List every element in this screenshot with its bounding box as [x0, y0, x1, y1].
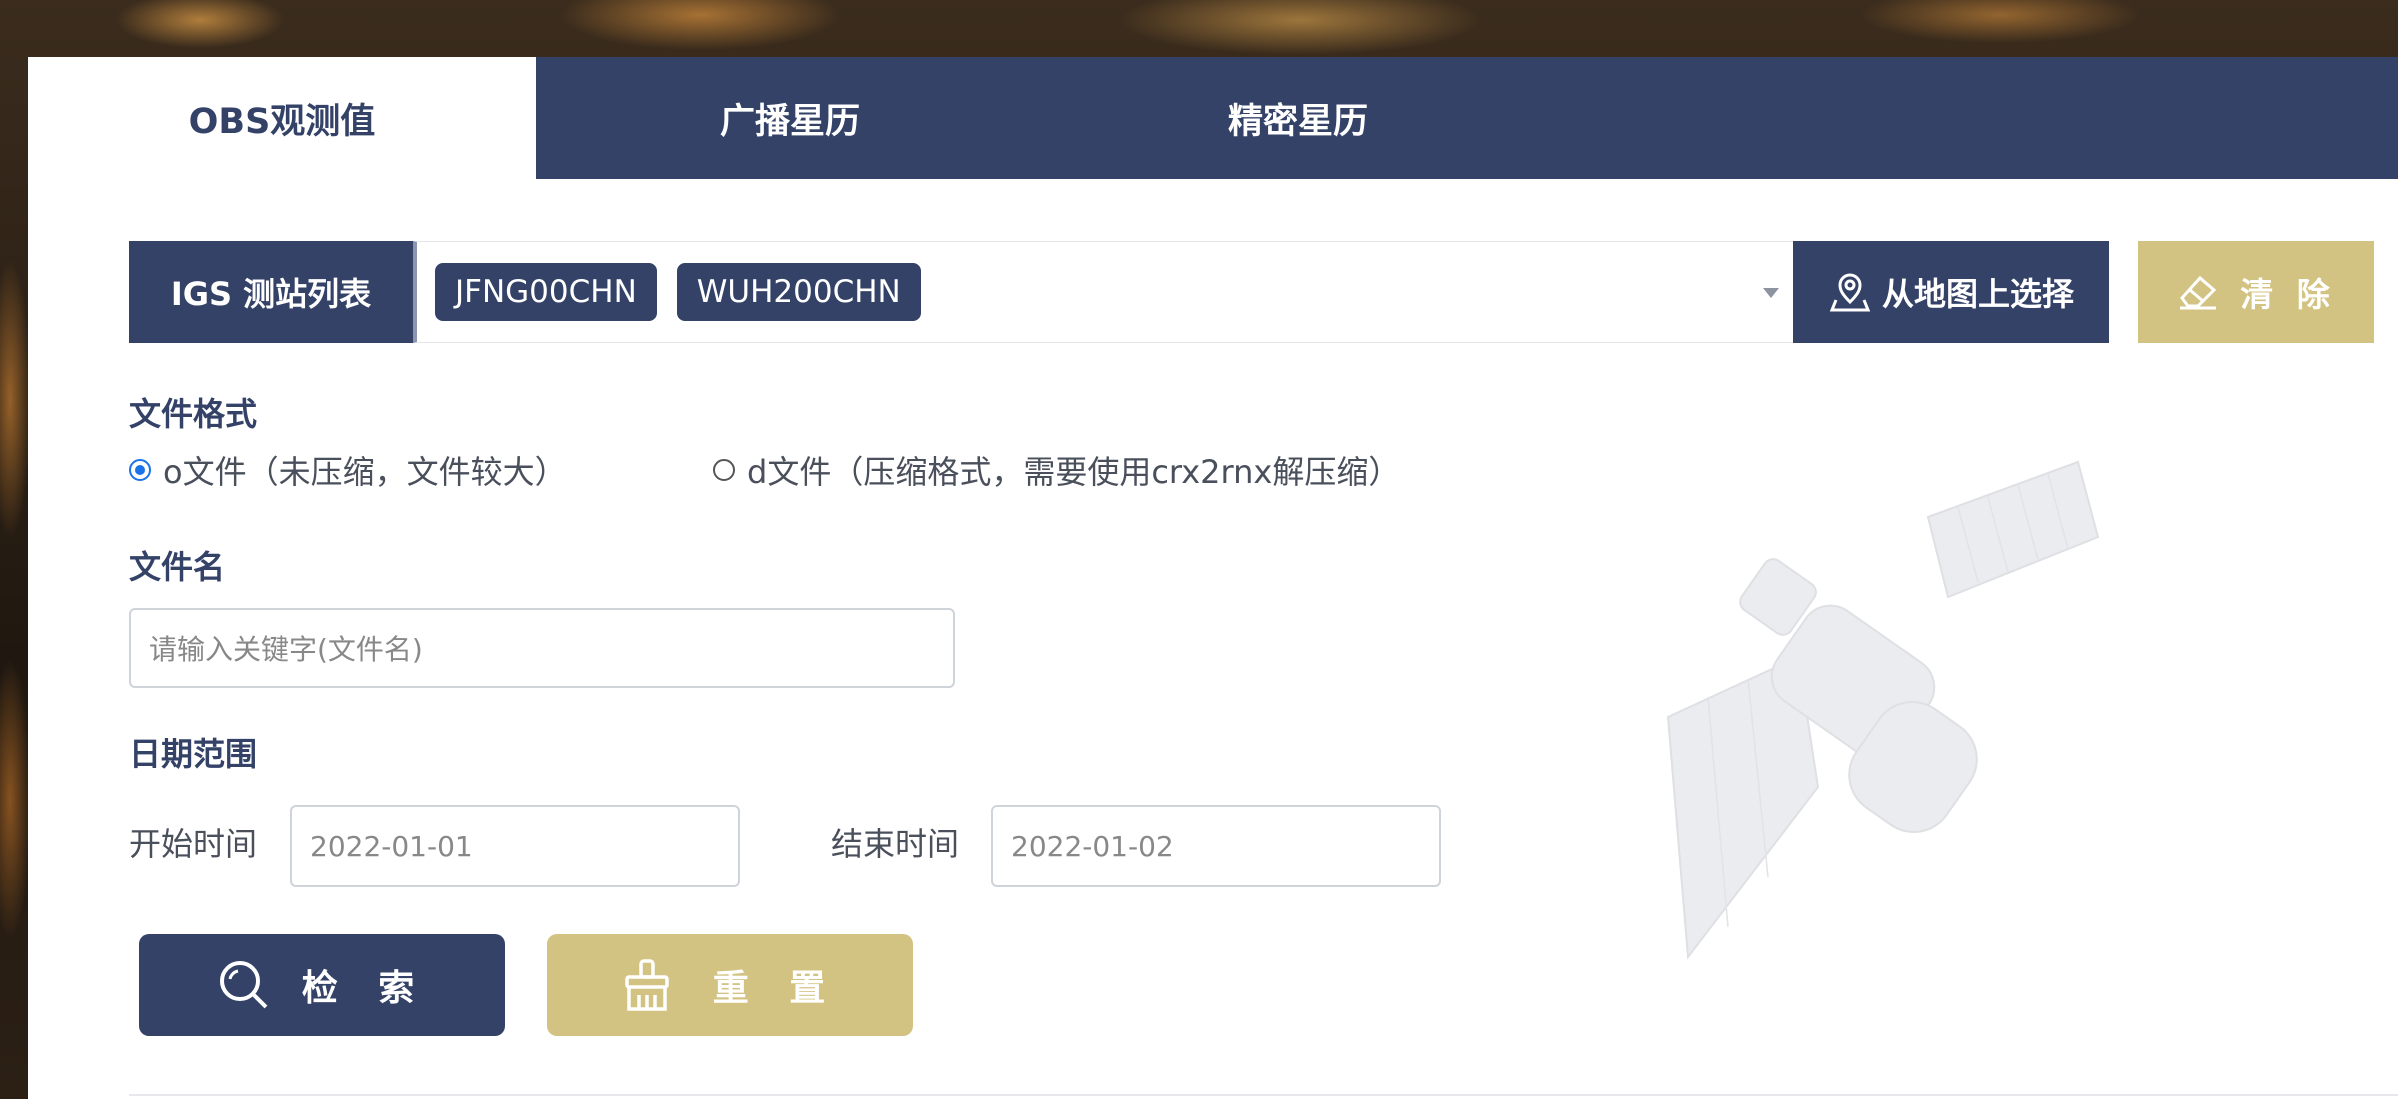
- end-date-input[interactable]: 2022-01-02: [991, 805, 1441, 887]
- eraser-icon: [2180, 275, 2217, 310]
- end-date-value: 2022-01-02: [1011, 829, 1174, 863]
- date-range-label: 日期范围: [129, 735, 258, 773]
- file-name-placeholder: 请输入关键字(文件名): [149, 633, 423, 666]
- radio-button[interactable]: [129, 459, 151, 481]
- radio-d-file[interactable]: d文件（压缩格式，需要使用crx2rnx解压缩）: [713, 447, 1400, 493]
- tab-bar: OBS观测值 广播星历 精密星历: [28, 57, 2398, 179]
- start-date-input[interactable]: 2022-01-01: [290, 805, 740, 887]
- map-pin-icon: [1829, 273, 1871, 312]
- search-panel: OBS观测值 广播星历 精密星历 IGS 测站列表 JFNG00CHN WUH2…: [28, 57, 2398, 1099]
- search-icon: [219, 961, 268, 1009]
- end-time-label: 结束时间: [831, 825, 960, 863]
- select-from-map-button[interactable]: 从地图上选择: [1793, 241, 2109, 343]
- start-time-label: 开始时间: [129, 825, 258, 863]
- divider: [129, 1094, 2398, 1096]
- radio-o-file-label: o文件（未压缩，文件较大）: [163, 453, 567, 491]
- select-from-map-label: 从地图上选择: [1881, 275, 2074, 313]
- file-format-label: 文件格式: [129, 395, 258, 433]
- chevron-down-icon[interactable]: [1763, 288, 1779, 298]
- file-name-label: 文件名: [129, 548, 226, 586]
- tab-obs[interactable]: OBS观测值: [28, 57, 536, 179]
- file-format-radio-group: o文件（未压缩，文件较大） d文件（压缩格式，需要使用crx2rnx解压缩）: [129, 447, 1400, 493]
- search-label: 检 索: [301, 968, 429, 1009]
- satellite-illustration: [1666, 460, 2100, 960]
- broom-icon: [624, 959, 669, 1011]
- search-button[interactable]: 检 索: [139, 934, 505, 1036]
- reset-button[interactable]: 重 置: [547, 934, 913, 1036]
- station-select[interactable]: JFNG00CHN WUH200CHN: [413, 241, 1793, 343]
- station-row: IGS 测站列表 JFNG00CHN WUH200CHN 从地图上选择: [129, 241, 2109, 343]
- reset-label: 重 置: [712, 968, 840, 1009]
- tab-broadcast-ephemeris[interactable]: 广播星历: [536, 57, 1044, 179]
- station-tag[interactable]: JFNG00CHN: [435, 263, 657, 321]
- station-list-label: IGS 测站列表: [129, 241, 413, 343]
- radio-d-file-label: d文件（压缩格式，需要使用crx2rnx解压缩）: [747, 453, 1401, 491]
- file-name-input[interactable]: 请输入关键字(文件名): [129, 608, 955, 688]
- station-tag[interactable]: WUH200CHN: [676, 263, 921, 321]
- radio-o-file[interactable]: o文件（未压缩，文件较大）: [129, 447, 713, 493]
- clear-button[interactable]: 清 除: [2138, 241, 2374, 343]
- clear-label: 清 除: [2240, 275, 2336, 314]
- tab-precise-ephemeris[interactable]: 精密星历: [1044, 57, 1552, 179]
- start-date-value: 2022-01-01: [310, 829, 473, 863]
- radio-button[interactable]: [713, 459, 735, 481]
